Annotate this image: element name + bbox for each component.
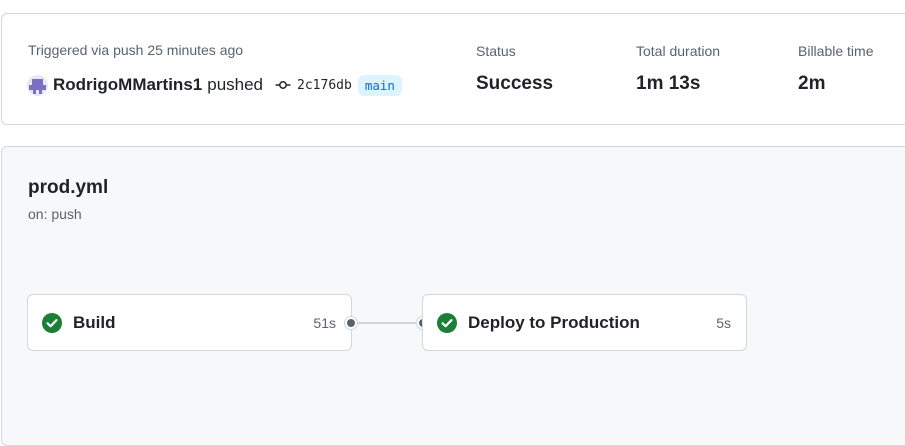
job-name: Deploy to Production (468, 313, 640, 332)
branch-badge[interactable]: main (357, 74, 402, 96)
trigger-text: Triggered via push 25 minutes ago (28, 42, 244, 58)
workflow-graph-panel: prod.yml on: push Build 51s Deploy to Pr… (1, 146, 905, 446)
status-label: Status (476, 43, 516, 59)
git-commit-icon (275, 77, 291, 93)
workflow-file-name[interactable]: prod.yml (28, 177, 108, 199)
duration-label: Total duration (636, 43, 721, 59)
job-card-deploy[interactable]: Deploy to Production 5s (422, 294, 747, 351)
actor-link[interactable]: RodrigoMMartins1 (53, 75, 202, 95)
actor-row: RodrigoMMartins1 pushed 2c176db main (27, 74, 402, 96)
workflow-trigger-event: on: push (28, 206, 82, 222)
run-summary-card: Triggered via push 25 minutes ago Rodrig… (1, 13, 905, 125)
check-circle-icon (437, 313, 457, 333)
job-duration: 51s (313, 315, 336, 331)
action-text: pushed (207, 75, 264, 94)
job-duration: 5s (716, 315, 731, 331)
job-card-build[interactable]: Build 51s (27, 294, 352, 351)
user-avatar[interactable] (27, 74, 48, 96)
job-dependency-connector (352, 322, 424, 324)
duration-value: 1m 13s (636, 73, 701, 94)
billable-value: 2m (798, 73, 826, 94)
job-name: Build (73, 313, 116, 332)
commit-sha-link[interactable]: 2c176db (297, 78, 352, 93)
connector-start-dot (345, 317, 357, 329)
billable-label: Billable time (798, 43, 874, 59)
status-value: Success (476, 73, 554, 94)
check-circle-icon (42, 313, 62, 333)
